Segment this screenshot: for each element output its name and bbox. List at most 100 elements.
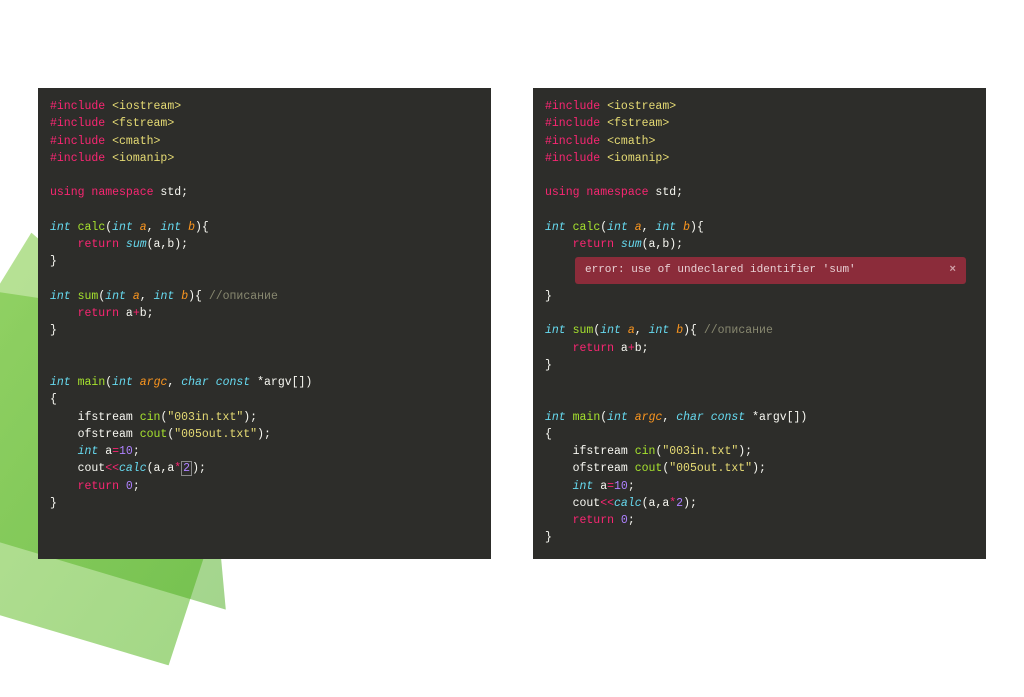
punct: , xyxy=(147,221,161,234)
code-line: cout<<calc(a,a*2); xyxy=(545,495,974,512)
type: int xyxy=(112,221,133,234)
include-target: <cmath> xyxy=(105,135,160,148)
code-line: ofstream cout("005out.txt"); xyxy=(545,460,974,477)
func-name: calc xyxy=(566,221,601,234)
param: a xyxy=(621,324,635,337)
blank-line xyxy=(545,391,974,408)
preproc: #include xyxy=(50,117,105,130)
keyword: namespace xyxy=(85,186,154,199)
punct: , xyxy=(635,324,649,337)
preproc: #include xyxy=(50,135,105,148)
code-line: #include <iomanip> xyxy=(50,150,479,167)
brace: { xyxy=(545,428,552,441)
op: << xyxy=(105,462,119,475)
code-line: ifstream cin("003in.txt"); xyxy=(50,409,479,426)
code-line: return 0; xyxy=(545,512,974,529)
preproc: #include xyxy=(545,135,600,148)
param: argc xyxy=(628,411,663,424)
punct: , xyxy=(642,221,656,234)
code-line: cout<<calc(a,a*2); xyxy=(50,460,479,477)
punct: , xyxy=(167,376,181,389)
brace: } xyxy=(50,255,57,268)
code-line: return a+b; xyxy=(50,305,479,322)
include-target: <iomanip> xyxy=(105,152,174,165)
call: cout xyxy=(635,462,663,475)
code-line: int calc(int a, int b){ xyxy=(50,219,479,236)
func-name: sum xyxy=(566,324,594,337)
type: int xyxy=(545,480,593,493)
type: int xyxy=(545,221,566,234)
error-banner: error: use of undeclared identifier 'sum… xyxy=(575,257,966,284)
close-icon[interactable]: × xyxy=(949,262,956,279)
preproc: #include xyxy=(50,100,105,113)
keyword: return xyxy=(545,514,614,527)
type: int xyxy=(649,324,670,337)
code-editor-left: #include <iostream> #include <fstream> #… xyxy=(38,88,491,559)
code-line: #include <iostream> xyxy=(545,98,974,115)
keyword: using xyxy=(545,186,580,199)
punct: , xyxy=(140,290,154,303)
blank-line xyxy=(50,202,479,219)
param: b xyxy=(676,221,690,234)
string: "003in.txt" xyxy=(662,445,738,458)
type: int xyxy=(545,324,566,337)
punct: ); xyxy=(738,445,752,458)
call: calc xyxy=(614,497,642,510)
code-line: int a=10; xyxy=(50,443,479,460)
preproc: #include xyxy=(545,152,600,165)
blank-line xyxy=(50,357,479,374)
punct: ); xyxy=(243,411,257,424)
comment: //описание xyxy=(704,324,773,337)
code-line: return sum(a,b); xyxy=(50,236,479,253)
keyword: const xyxy=(209,376,250,389)
brace: } xyxy=(545,359,552,372)
punct: ){ xyxy=(188,290,209,303)
param: b xyxy=(174,290,188,303)
punct: ; xyxy=(133,445,140,458)
code-line: ofstream cout("005out.txt"); xyxy=(50,426,479,443)
code-line: int sum(int a, int b){ //описание xyxy=(50,288,479,305)
code-line: using namespace std; xyxy=(50,184,479,201)
punct: ; xyxy=(628,480,635,493)
type: ifstream xyxy=(50,411,140,424)
code-line: } xyxy=(545,288,974,305)
include-target: <fstream> xyxy=(105,117,174,130)
code-line: #include <iomanip> xyxy=(545,150,974,167)
code-line: } xyxy=(545,357,974,374)
call: sum xyxy=(614,238,642,251)
keyword: return xyxy=(50,307,119,320)
error-message: error: use of undeclared identifier 'sum… xyxy=(585,262,856,279)
type: ifstream xyxy=(545,445,635,458)
punct: ){ xyxy=(195,221,209,234)
op: << xyxy=(600,497,614,510)
brace: } xyxy=(545,531,552,544)
keyword: return xyxy=(545,342,614,355)
number: 0 xyxy=(119,480,133,493)
code-line: } xyxy=(50,253,479,270)
func-name: main xyxy=(71,376,106,389)
op: = xyxy=(112,445,119,458)
identifier: std; xyxy=(154,186,189,199)
keyword: namespace xyxy=(580,186,649,199)
blank-line xyxy=(545,202,974,219)
type: int xyxy=(50,445,98,458)
punct: ){ xyxy=(690,221,704,234)
call: cin xyxy=(635,445,656,458)
punct: ); xyxy=(683,497,697,510)
call: cout xyxy=(140,428,168,441)
param: argc xyxy=(133,376,168,389)
code-line: } xyxy=(50,495,479,512)
number-cursor[interactable]: 2 xyxy=(181,461,192,476)
var: cout xyxy=(50,462,105,475)
var: a xyxy=(98,445,112,458)
type: int xyxy=(105,290,126,303)
include-target: <iomanip> xyxy=(600,152,669,165)
string: "003in.txt" xyxy=(167,411,243,424)
code-line: int calc(int a, int b){ xyxy=(545,219,974,236)
call: sum xyxy=(119,238,147,251)
code-line: } xyxy=(545,529,974,546)
param: *argv[]) xyxy=(745,411,807,424)
comment: //описание xyxy=(209,290,278,303)
type: int xyxy=(607,221,628,234)
punct: , xyxy=(662,411,676,424)
